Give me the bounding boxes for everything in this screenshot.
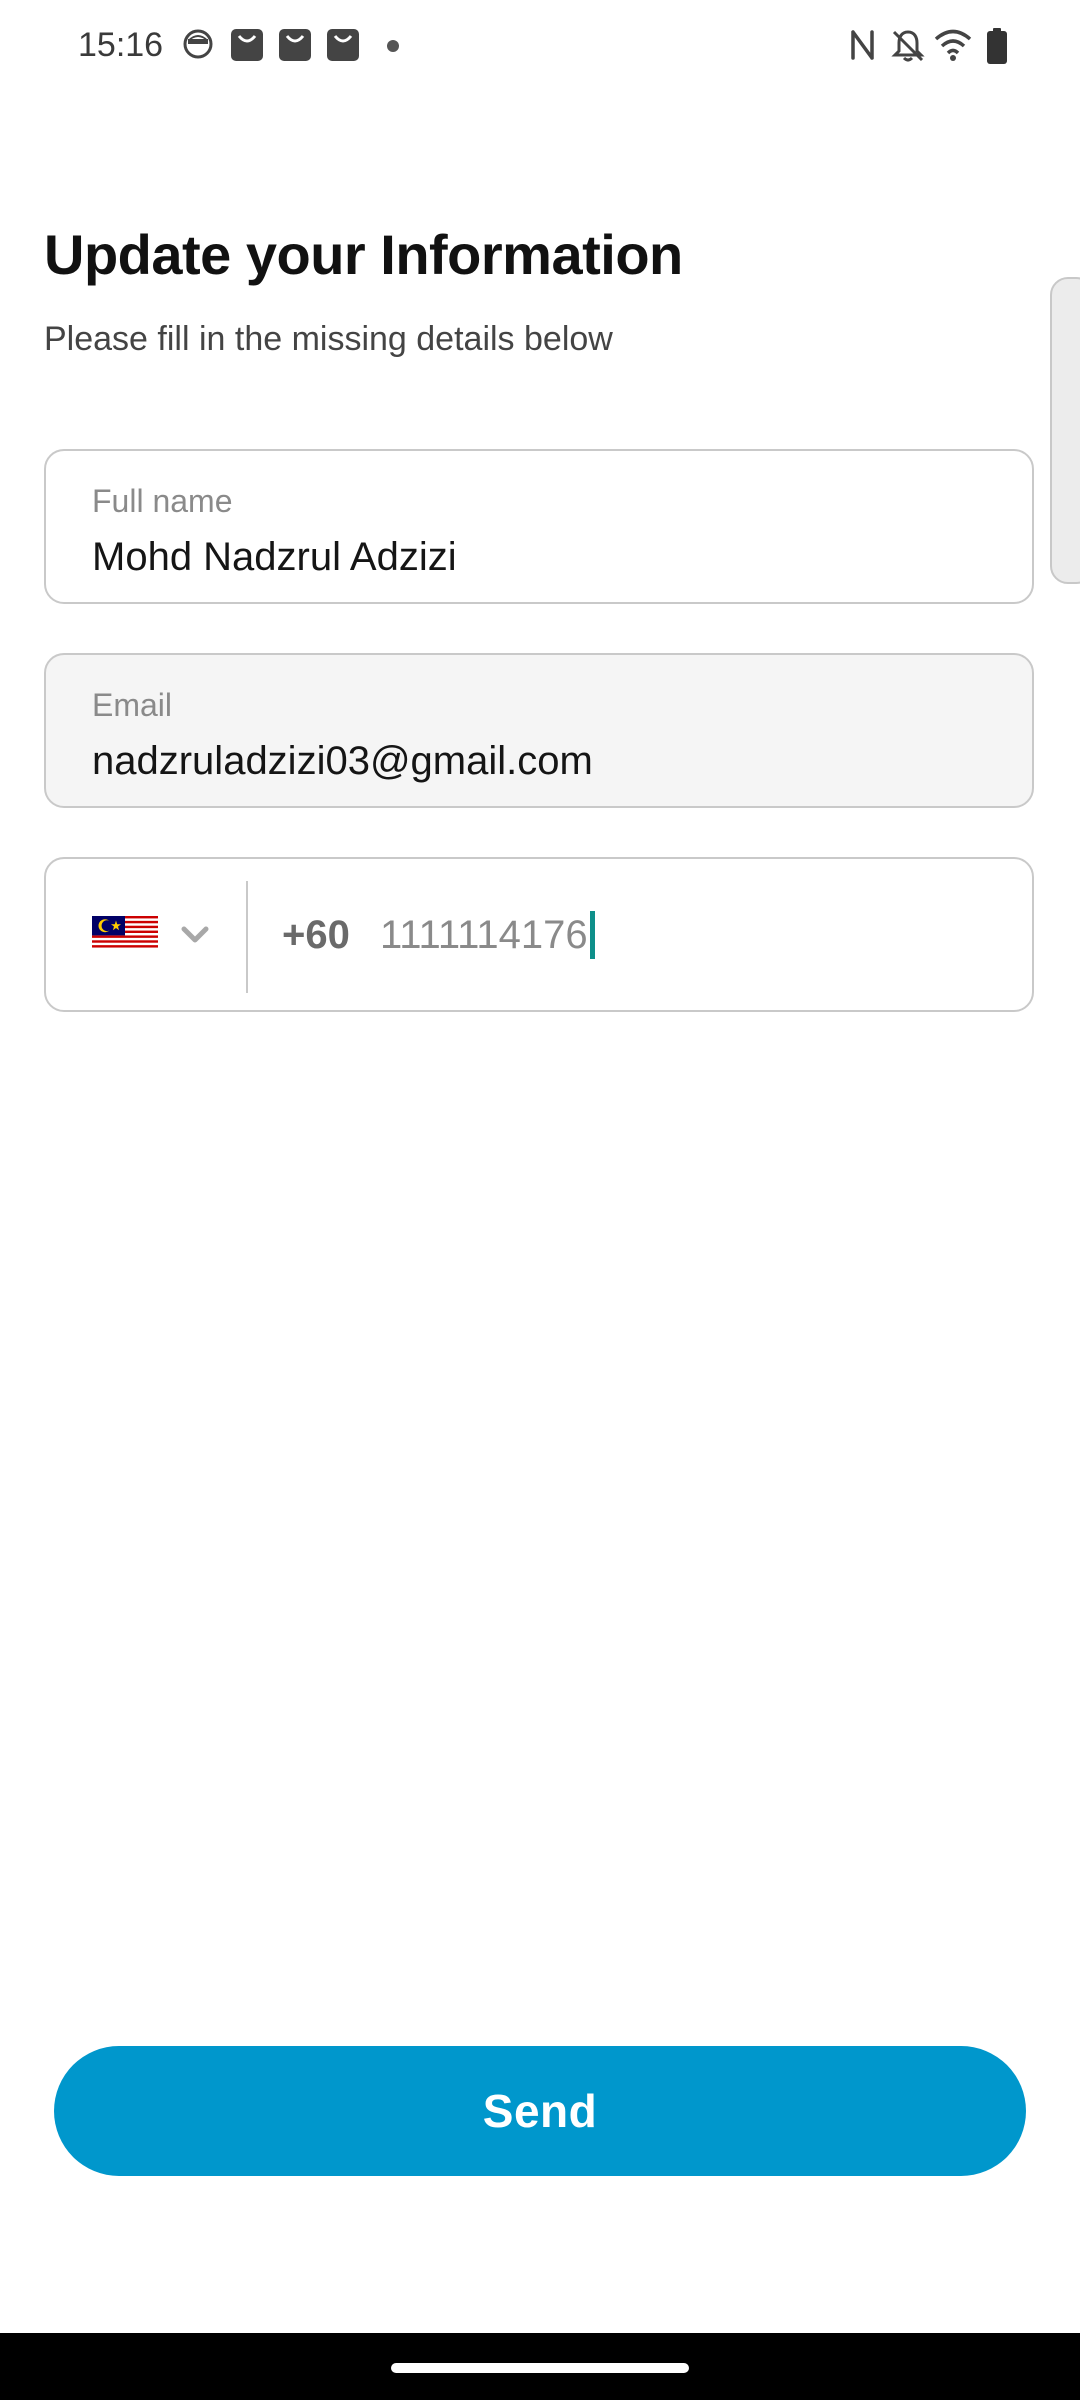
email-value: nadzruladzizi03@gmail.com — [92, 739, 593, 783]
email-field: Email nadzruladzizi03@gmail.com — [44, 653, 1034, 808]
phone-divider — [246, 881, 248, 993]
send-button[interactable]: Send — [54, 2046, 1026, 2176]
navigation-bar — [0, 2333, 1080, 2400]
more-notifications-dot — [387, 40, 399, 52]
country-code-picker[interactable] — [46, 859, 246, 1010]
email-label: Email — [92, 687, 173, 723]
status-bar: 15:16 — [0, 0, 1080, 96]
shopping-bag-icon — [327, 29, 359, 61]
shopping-bag-icon — [279, 29, 311, 61]
phone-number-input[interactable]: 1111114176 — [380, 911, 595, 959]
chevron-down-icon — [181, 926, 209, 943]
text-caret — [589, 911, 595, 959]
nfc-icon — [851, 30, 874, 60]
phone-number-value: 1111114176 — [380, 912, 588, 957]
full-name-field[interactable]: Full name Mohd Nadzrul Adzizi — [44, 449, 1034, 604]
bell-off-icon — [891, 30, 925, 62]
shopping-bag-icon — [231, 29, 263, 61]
page-title: Update your Information — [44, 223, 683, 286]
page-subtitle: Please fill in the missing details below — [44, 320, 613, 358]
home-indicator[interactable] — [391, 2363, 689, 2373]
status-time: 15:16 — [78, 26, 164, 64]
full-name-label: Full name — [92, 483, 233, 519]
malaysia-flag-icon — [92, 916, 158, 950]
dial-code: +60 — [282, 913, 350, 957]
screen: 15:16 Update your Information Please fil… — [0, 0, 1080, 2400]
phone-field[interactable]: +60 1111114176 — [44, 857, 1034, 1012]
wifi-icon — [934, 29, 972, 61]
face-notification-icon — [183, 29, 213, 59]
edge-panel-handle[interactable] — [1050, 277, 1080, 584]
battery-icon — [987, 28, 1007, 64]
full-name-value[interactable]: Mohd Nadzrul Adzizi — [92, 535, 457, 580]
